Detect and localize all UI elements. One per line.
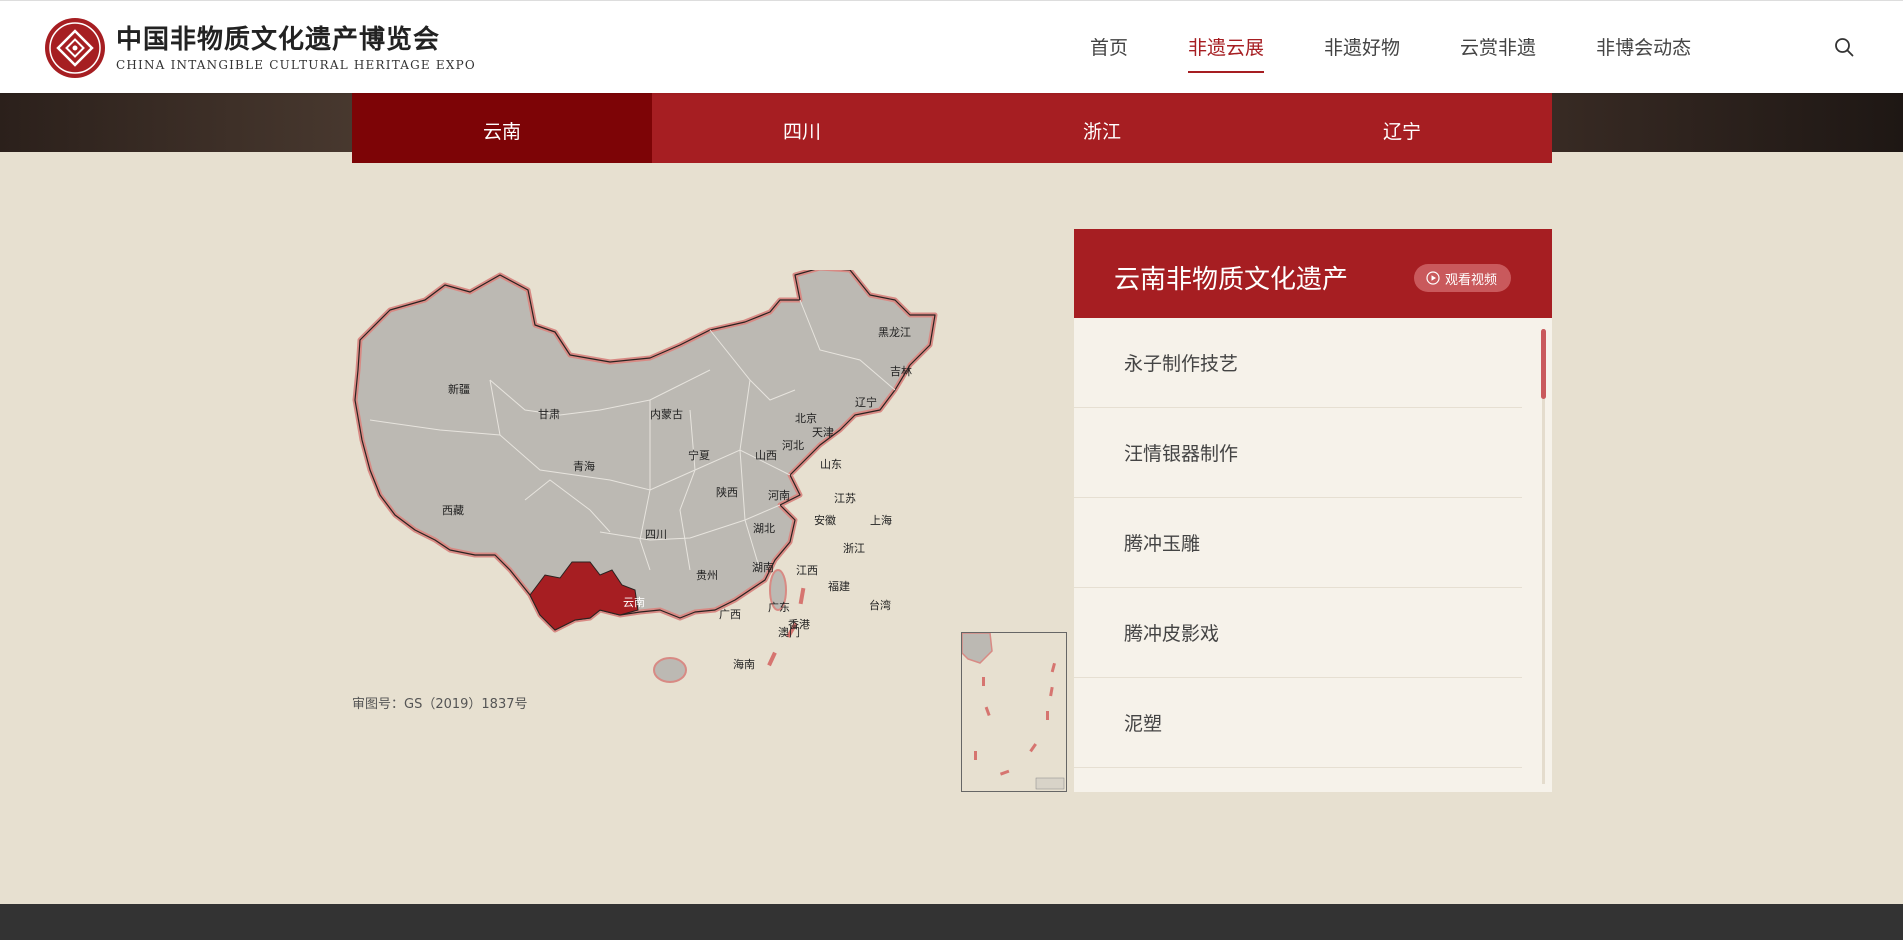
nav-home[interactable]: 首页 <box>1090 1 1128 93</box>
list-item[interactable]: 泥塑 <box>1074 678 1522 768</box>
label-heilongjiang: 黑龙江 <box>878 326 911 339</box>
logo-title-en: CHINA INTANGIBLE CULTURAL HERITAGE EXPO <box>116 57 476 72</box>
label-anhui: 安徽 <box>814 513 836 527</box>
label-gansu: 甘肃 <box>538 408 560 421</box>
search-icon[interactable] <box>1834 37 1854 57</box>
label-aomen: 澳门 <box>778 625 800 639</box>
list-item[interactable]: 腾冲皮影戏 <box>1074 588 1522 678</box>
site-footer <box>0 904 1903 940</box>
label-shanghai: 上海 <box>870 513 892 527</box>
label-sichuan: 四川 <box>645 528 667 541</box>
label-hainan: 海南 <box>733 657 755 671</box>
map-approval-number: 审图号：GS（2019）1837号 <box>352 697 528 712</box>
label-beijing: 北京 <box>795 411 817 425</box>
china-outline <box>352 270 938 633</box>
list-item[interactable]: 汪情银器制作 <box>1074 408 1522 498</box>
logo-title-cn: 中国非物质文化遗产博览会 <box>116 24 441 55</box>
label-tianjin: 天津 <box>812 426 834 439</box>
label-yunnan: 云南 <box>623 596 645 609</box>
label-hunan: 湖南 <box>752 561 774 574</box>
watch-video-label: 观看视频 <box>1445 272 1498 288</box>
label-ningxia: 宁夏 <box>688 448 710 462</box>
play-icon <box>1426 271 1440 285</box>
scrollbar-thumb[interactable] <box>1541 329 1546 399</box>
nav-cloud-exhibition[interactable]: 非遗云展 <box>1188 1 1265 93</box>
label-neimenggu: 内蒙古 <box>650 407 683 421</box>
panel-header: 云南非物质文化遗产 观看视频 <box>1074 229 1552 318</box>
nav-cloud-appreciation[interactable]: 云赏非遗 <box>1460 1 1536 93</box>
label-liaoning: 辽宁 <box>855 395 877 409</box>
site-logo[interactable]: 中国非物质文化遗产博览会 CHINA INTANGIBLE CULTURAL H… <box>44 17 476 79</box>
list-item[interactable]: 永子制作技艺 <box>1074 318 1522 408</box>
label-xizang: 西藏 <box>442 504 464 517</box>
tab-liaoning[interactable]: 辽宁 <box>1252 92 1552 163</box>
label-guizhou: 贵州 <box>696 569 718 582</box>
label-shandong: 山东 <box>820 458 842 471</box>
main-nav: 首页 非遗云展 非遗好物 云赏非遗 非博会动态 <box>1090 1 1751 93</box>
label-henan: 河南 <box>768 489 790 502</box>
label-hubei: 湖北 <box>753 522 775 535</box>
heritage-list: 永子制作技艺 汪情银器制作 腾冲玉雕 腾冲皮影戏 泥塑 <box>1074 318 1522 768</box>
label-guangxi: 广西 <box>719 608 741 621</box>
nav-goods[interactable]: 非遗好物 <box>1324 1 1400 93</box>
label-fujian: 福建 <box>828 579 850 593</box>
label-hebei: 河北 <box>782 439 804 452</box>
tab-sichuan[interactable]: 四川 <box>652 92 952 163</box>
label-jiangxi: 江西 <box>796 564 818 577</box>
label-qinghai: 青海 <box>573 459 595 473</box>
label-zhejiang: 浙江 <box>843 542 865 555</box>
nav-news[interactable]: 非博会动态 <box>1596 1 1691 93</box>
panel-title: 云南非物质文化遗产 <box>1114 265 1349 295</box>
watch-video-button[interactable]: 观看视频 <box>1414 264 1512 292</box>
tab-yunnan[interactable]: 云南 <box>352 92 652 163</box>
label-jilin: 吉林 <box>890 364 912 378</box>
south-china-sea-inset <box>961 632 1067 792</box>
province-tabs: 云南 四川 浙江 辽宁 <box>352 92 1552 163</box>
logo-emblem-icon <box>45 18 105 78</box>
label-shaanxi: 陕西 <box>716 485 738 499</box>
heritage-panel: 云南非物质文化遗产 观看视频 永子制作技艺 汪情银器制作 腾冲玉雕 腾冲皮影戏 … <box>1074 229 1552 792</box>
site-header: 中国非物质文化遗产博览会 CHINA INTANGIBLE CULTURAL H… <box>0 0 1903 93</box>
label-taiwan: 台湾 <box>869 598 891 612</box>
tab-zhejiang[interactable]: 浙江 <box>952 92 1252 163</box>
list-item[interactable]: 腾冲玉雕 <box>1074 498 1522 588</box>
island-hainan <box>653 657 687 683</box>
label-shanxi: 山西 <box>755 449 777 462</box>
label-jiangsu: 江苏 <box>834 492 856 505</box>
label-guangdong: 广东 <box>768 601 790 614</box>
label-xinjiang: 新疆 <box>448 382 470 396</box>
